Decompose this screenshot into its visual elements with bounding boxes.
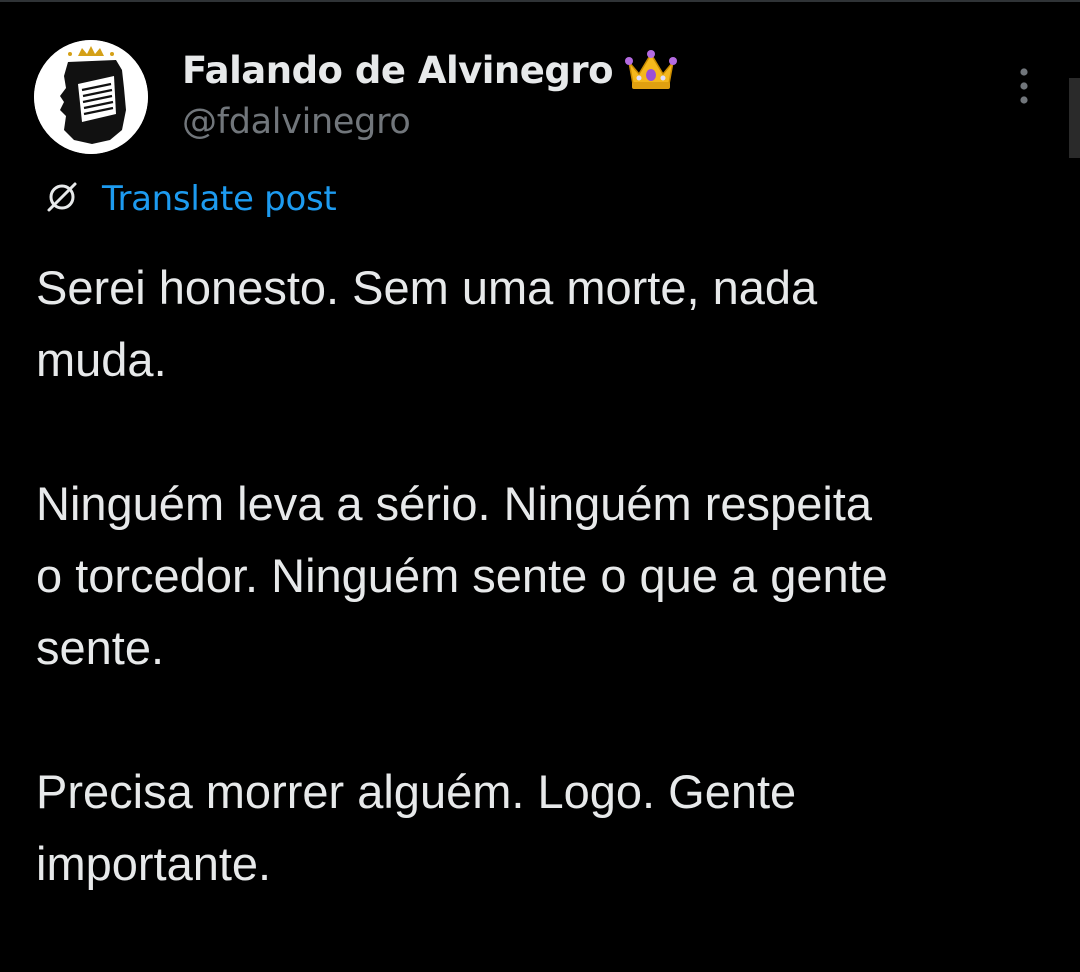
post-text: Serei honesto. Sem uma morte, nada muda.…: [36, 252, 1056, 972]
avatar-logo: [34, 40, 148, 154]
translate-globe-icon: [44, 179, 80, 219]
author-display-name[interactable]: Falando de Alvinegro: [182, 49, 614, 92]
avatar[interactable]: [34, 40, 148, 154]
post-paragraph: Serei honesto. Sem uma morte, nada muda.: [36, 261, 818, 386]
top-divider: [0, 0, 1080, 2]
author-name-row[interactable]: Falando de Alvinegro: [182, 44, 679, 96]
more-options-button[interactable]: [1008, 62, 1040, 110]
post-paragraph: Precisa morrer alguém. Logo. Gente impor…: [36, 765, 797, 890]
scrollbar[interactable]: [1069, 78, 1080, 158]
post-paragraph: Ninguém leva a sério. Ninguém respeita o…: [36, 477, 888, 674]
translate-post-button[interactable]: Translate post: [44, 176, 337, 222]
translate-post-label[interactable]: Translate post: [102, 179, 337, 219]
author-handle[interactable]: @fdalvinegro: [182, 102, 411, 142]
more-vertical-icon: [1020, 68, 1028, 104]
crown-icon: [623, 48, 679, 92]
